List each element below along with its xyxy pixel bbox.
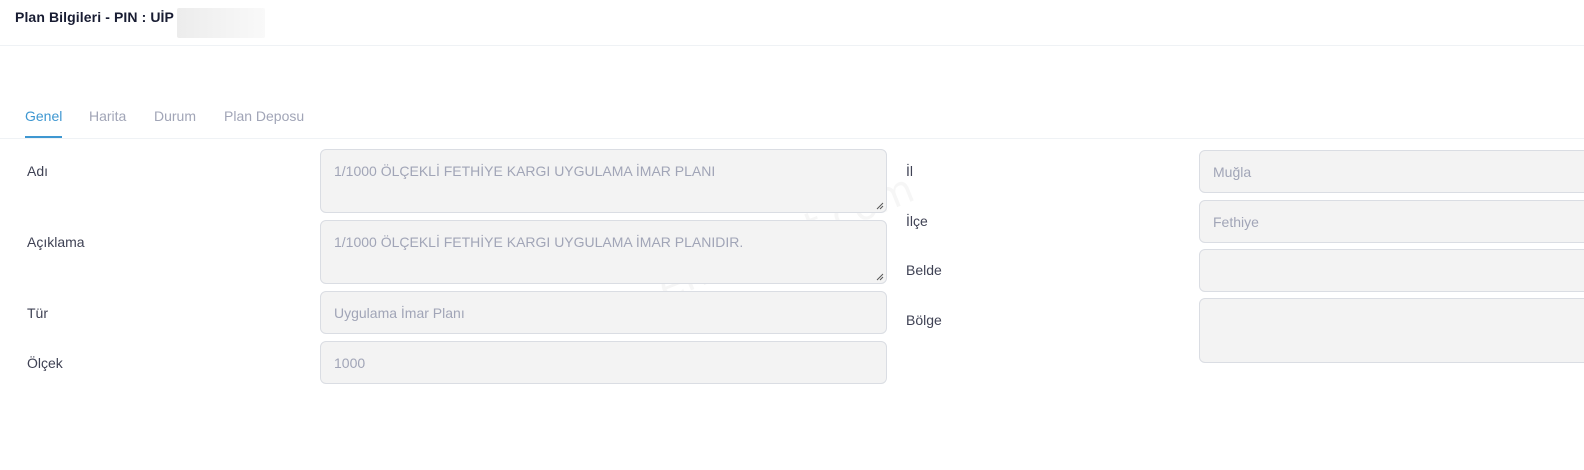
adi-label: Adı [27,163,49,179]
tab-durum[interactable]: Durum [154,108,196,136]
olcek-value: 1000 [334,354,366,371]
adi-textarea[interactable]: 1/1000 ÖLÇEKLİ FETHİYE KARGI UYGULAMA İM… [320,149,887,213]
page-title: Plan Bilgileri - PIN : UİP [15,9,174,25]
aciklama-value: 1/1000 ÖLÇEKLİ FETHİYE KARGI UYGULAMA İM… [334,234,744,250]
tab-bar: Genel Harita Durum Plan Deposu [0,100,1584,139]
olcek-field[interactable]: 1000 [320,341,887,384]
belde-label: Belde [906,262,942,278]
aciklama-textarea[interactable]: 1/1000 ÖLÇEKLİ FETHİYE KARGI UYGULAMA İM… [320,220,887,284]
bolge-textarea[interactable] [1199,298,1584,363]
resize-handle-icon[interactable] [876,273,884,281]
belde-field[interactable] [1199,249,1584,292]
resize-handle-icon[interactable] [876,202,884,210]
tur-label: Tür [27,305,48,321]
page-header: Plan Bilgileri - PIN : UİP [0,0,1584,46]
ilce-value: Fethiye [1213,213,1259,230]
tur-value: Uygulama İmar Planı [334,304,465,321]
tab-harita[interactable]: Harita [89,108,126,136]
tur-field[interactable]: Uygulama İmar Planı [320,291,887,334]
il-field[interactable]: Muğla [1199,150,1584,193]
ilce-label: İlçe [906,213,928,229]
tab-genel[interactable]: Genel [25,108,63,138]
bolge-label: Bölge [906,312,942,328]
adi-value: 1/1000 ÖLÇEKLİ FETHİYE KARGI UYGULAMA İM… [334,163,716,179]
pin-redaction [177,8,265,38]
tab-plan-deposu[interactable]: Plan Deposu [224,108,304,136]
aciklama-label: Açıklama [27,234,85,250]
il-label: İl [906,163,913,179]
ilce-field[interactable]: Fethiye [1199,200,1584,243]
il-value: Muğla [1213,163,1252,180]
olcek-label: Ölçek [27,355,63,371]
